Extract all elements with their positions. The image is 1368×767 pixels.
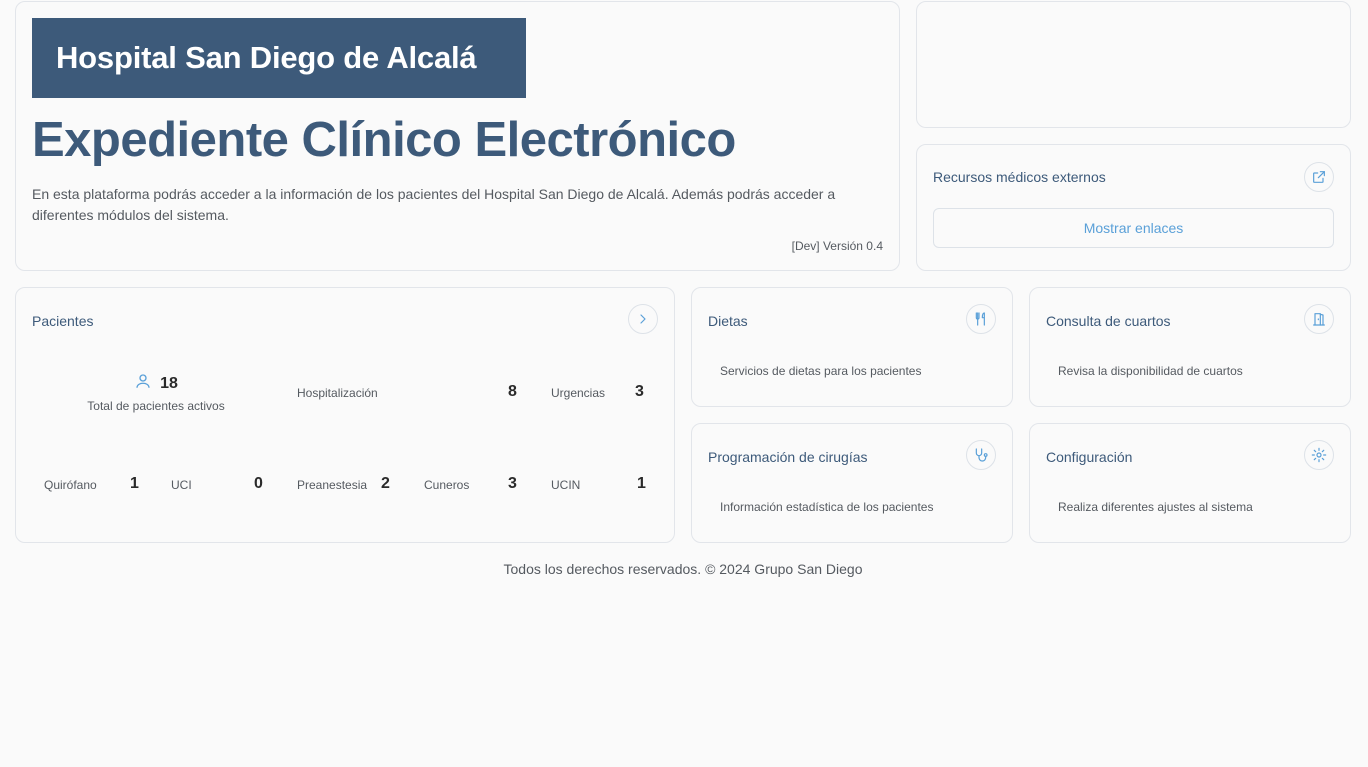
hospital-brand: Hospital San Diego de Alcalá [32, 18, 526, 98]
module-description: Realiza diferentes ajustes al sistema [1058, 500, 1253, 514]
area-value-ucin: 1 [637, 475, 646, 492]
empty-card [916, 1, 1351, 128]
module-title: Dietas [708, 313, 748, 329]
area-label-uci: UCI [171, 478, 192, 492]
hero-description: En esta plataforma podrás acceder a la i… [32, 186, 836, 223]
external-link-icon[interactable] [1304, 162, 1334, 192]
utensils-icon[interactable] [966, 304, 996, 334]
module-title: Programación de cirugías [708, 449, 868, 465]
module-configuracion[interactable]: Configuración Realiza diferentes ajustes… [1029, 423, 1351, 543]
area-label-urgencias: Urgencias [551, 386, 606, 400]
area-label-hospitalizacion: Hospitalización [297, 386, 378, 400]
area-label-preanestesia: Preanestesia [297, 478, 368, 492]
module-description: Servicios de dietas para los pacientes [720, 364, 922, 378]
area-value-hospitalizacion: 8 [508, 383, 517, 400]
total-patients: 18 Total de pacientes activos [66, 372, 246, 413]
area-label-cuneros: Cuneros [424, 478, 470, 492]
area-label-ucin: UCIN [551, 478, 581, 492]
patients-title: Pacientes [32, 313, 94, 329]
module-dietas[interactable]: Dietas Servicios de dietas para los paci… [691, 287, 1013, 407]
area-value-preanestesia: 2 [381, 475, 390, 492]
show-links-button[interactable]: Mostrar enlaces [933, 208, 1334, 248]
module-title: Consulta de cuartos [1046, 313, 1171, 329]
chevron-right-icon[interactable] [628, 304, 658, 334]
version-label: [Dev] Versión 0.4 [791, 239, 883, 253]
hero-card: Hospital San Diego de Alcalá Expediente … [15, 1, 900, 271]
door-icon[interactable] [1304, 304, 1334, 334]
module-title: Configuración [1046, 449, 1133, 465]
total-patients-value: 18 [160, 374, 178, 392]
module-description: Información estadística de los pacientes [720, 500, 934, 514]
gear-icon[interactable] [1304, 440, 1334, 470]
module-cirugias[interactable]: Programación de cirugías Información est… [691, 423, 1013, 543]
footer-copyright: Todos los derechos reservados. © 2024 Gr… [503, 561, 863, 577]
total-patients-label: Total de pacientes activos [87, 399, 225, 413]
page-title: Expediente Clínico Electrónico [32, 113, 736, 167]
external-resources-card: Recursos médicos externos Mostrar enlace… [916, 144, 1351, 271]
stethoscope-icon[interactable] [966, 440, 996, 470]
module-description: Revisa la disponibilidad de cuartos [1058, 364, 1243, 378]
area-label-quirofano: Quirófano [44, 478, 97, 492]
module-cuartos[interactable]: Consulta de cuartos Revisa la disponibil… [1029, 287, 1351, 407]
area-value-uci: 0 [254, 475, 263, 492]
area-value-quirofano: 1 [130, 475, 139, 492]
area-value-urgencias: 3 [635, 383, 644, 400]
resources-title: Recursos médicos externos [933, 169, 1106, 185]
patients-card[interactable]: Pacientes 18 Total de pacientes activos … [15, 287, 675, 543]
area-value-cuneros: 3 [508, 475, 517, 492]
user-icon [134, 372, 152, 395]
